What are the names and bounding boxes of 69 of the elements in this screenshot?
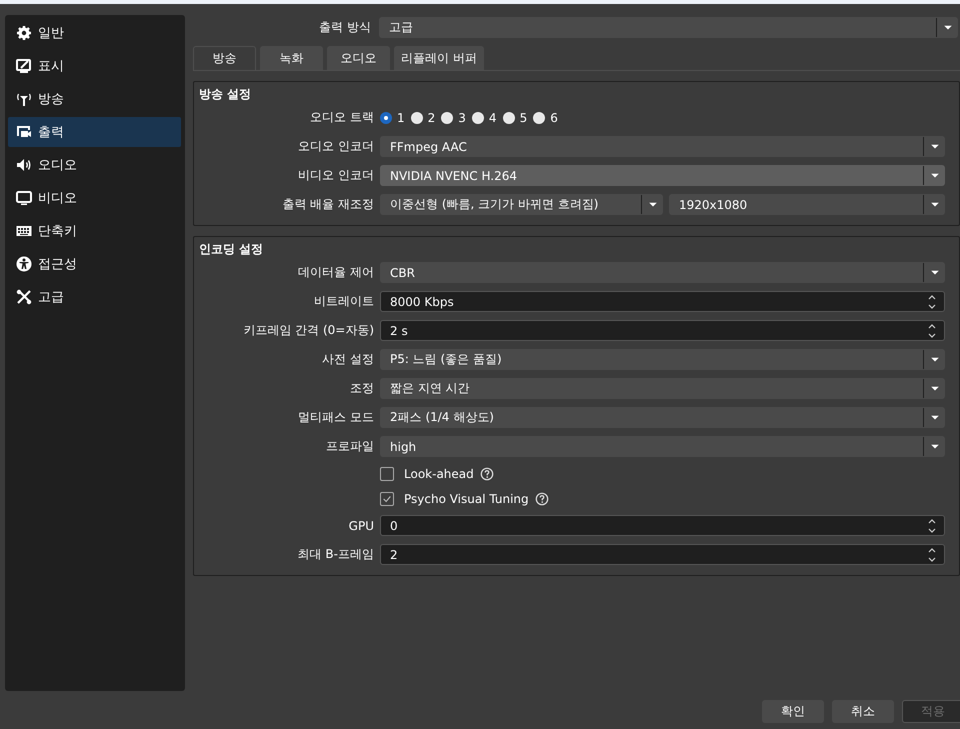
sidebar-item[interactable]: 오디오 <box>8 150 181 180</box>
field-label: 비트레이트 <box>313 293 374 310</box>
field-label: 최대 B-프레임 <box>296 546 374 563</box>
sidebar-item[interactable]: 방송 <box>8 84 181 114</box>
tools-icon <box>16 289 32 305</box>
sidebar-item[interactable]: 출력 <box>8 117 181 147</box>
radio-option[interactable]: 4 <box>472 110 497 124</box>
field-label: 오디오 트랙 <box>309 109 374 126</box>
dropdown[interactable]: P5: 느림 (좋은 품질) <box>380 349 945 370</box>
sidebar-item[interactable]: 접근성 <box>8 249 181 279</box>
speaker-icon <box>16 157 32 173</box>
help-icon <box>480 466 494 480</box>
spin-field[interactable]: 2 s <box>380 320 945 341</box>
field-label: 출력 배율 재조정 <box>281 196 374 213</box>
tab[interactable]: 녹화 <box>260 46 323 70</box>
spin-arrows-icon <box>926 294 938 310</box>
checkbox[interactable]: Look-ahead <box>380 466 474 480</box>
tab[interactable]: 리플레이 버퍼 <box>394 46 484 70</box>
spin-arrows-icon <box>926 322 938 338</box>
monitor-icon <box>16 58 32 74</box>
field-label: 조정 <box>349 380 374 397</box>
field-label: 키프레임 간격 (0=자동) <box>242 322 374 339</box>
group-title: 방송 설정 <box>198 86 252 102</box>
accessibility-icon <box>16 256 32 272</box>
spin-arrows-icon <box>926 518 938 534</box>
radio-option[interactable]: 2 <box>410 110 436 124</box>
group-title: 인코딩 설정 <box>198 240 264 258</box>
sidebar-item[interactable]: 고급 <box>8 282 181 312</box>
spin-field[interactable]: 2 <box>380 544 945 565</box>
dropdown[interactable]: 이중선형 (빠름, 크기가 바뀌면 흐려짐) <box>380 194 663 215</box>
field-label: 멀티패스 모드 <box>297 409 374 426</box>
dropdown[interactable]: FFmpeg AAC <box>380 136 945 157</box>
field-label: 비디오 인코더 <box>297 167 374 184</box>
field-label: 데이터율 제어 <box>297 264 374 281</box>
field-label: 프로파일 <box>325 438 374 455</box>
field-label: 사전 설정 <box>321 351 374 368</box>
radio-option[interactable]: 5 <box>502 110 528 124</box>
sidebar-item[interactable]: 단축키 <box>8 216 181 246</box>
field-label: 출력 방식 <box>318 19 371 36</box>
tab[interactable]: 방송 <box>193 46 256 70</box>
dialog-button[interactable]: 취소 <box>832 700 894 723</box>
antenna-icon <box>16 91 32 107</box>
monitor-icon <box>16 190 32 206</box>
radio-option[interactable]: 1 <box>380 110 405 124</box>
sidebar-item[interactable]: 표시 <box>8 51 181 81</box>
checkbox[interactable]: Psycho Visual Tuning <box>380 492 529 506</box>
spin-arrows-icon <box>926 546 938 562</box>
radio-option[interactable]: 6 <box>533 110 558 124</box>
keyboard-icon <box>16 223 32 239</box>
dropdown[interactable]: CBR <box>380 262 945 283</box>
field-label: 오디오 인코더 <box>297 138 374 155</box>
sidebar-item[interactable]: 일반 <box>8 18 181 48</box>
dropdown[interactable]: 짧은 지연 시간 <box>380 378 945 399</box>
checkmark-icon <box>382 494 392 504</box>
dropdown[interactable]: 1920x1080 <box>669 194 945 215</box>
tab[interactable]: 오디오 <box>327 46 390 70</box>
dropdown[interactable]: high <box>380 436 945 457</box>
help-icon <box>534 492 549 506</box>
spin-field[interactable]: 8000 Kbps <box>380 291 945 312</box>
sidebar-item[interactable]: 비디오 <box>8 183 181 213</box>
field-label: GPU <box>348 518 374 532</box>
radio-option[interactable]: 3 <box>441 110 466 124</box>
dropdown[interactable]: NVIDIA NVENC H.264 <box>380 165 945 186</box>
gear-icon <box>16 25 32 41</box>
dropdown[interactable]: 고급 <box>379 17 958 38</box>
screen-camera-icon <box>16 124 32 140</box>
dialog-button[interactable]: 확인 <box>762 700 824 723</box>
spin-field[interactable]: 0 <box>380 515 945 536</box>
dropdown[interactable]: 2패스 (1/4 해상도) <box>380 407 945 428</box>
